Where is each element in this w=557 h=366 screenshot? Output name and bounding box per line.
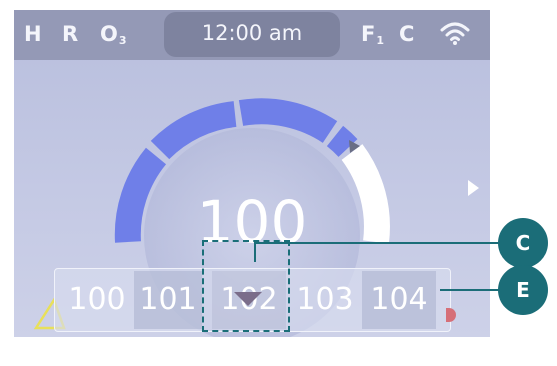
callout-e: E	[498, 265, 548, 315]
callout-c: C	[498, 218, 548, 268]
callout-c-leader	[254, 242, 500, 244]
callout-e-leader	[440, 289, 500, 291]
ribbon-value[interactable]: 101	[134, 271, 202, 329]
next-page-arrow-icon[interactable]	[468, 180, 479, 196]
callout-c-leader-vertical	[254, 242, 256, 262]
ribbon-value[interactable]: 100	[62, 271, 132, 329]
ribbon-value[interactable]: 104	[362, 271, 436, 329]
gauge-segment-4	[326, 125, 358, 158]
selection-highlight-box	[202, 240, 290, 332]
ribbon-value[interactable]: 103	[290, 271, 360, 329]
